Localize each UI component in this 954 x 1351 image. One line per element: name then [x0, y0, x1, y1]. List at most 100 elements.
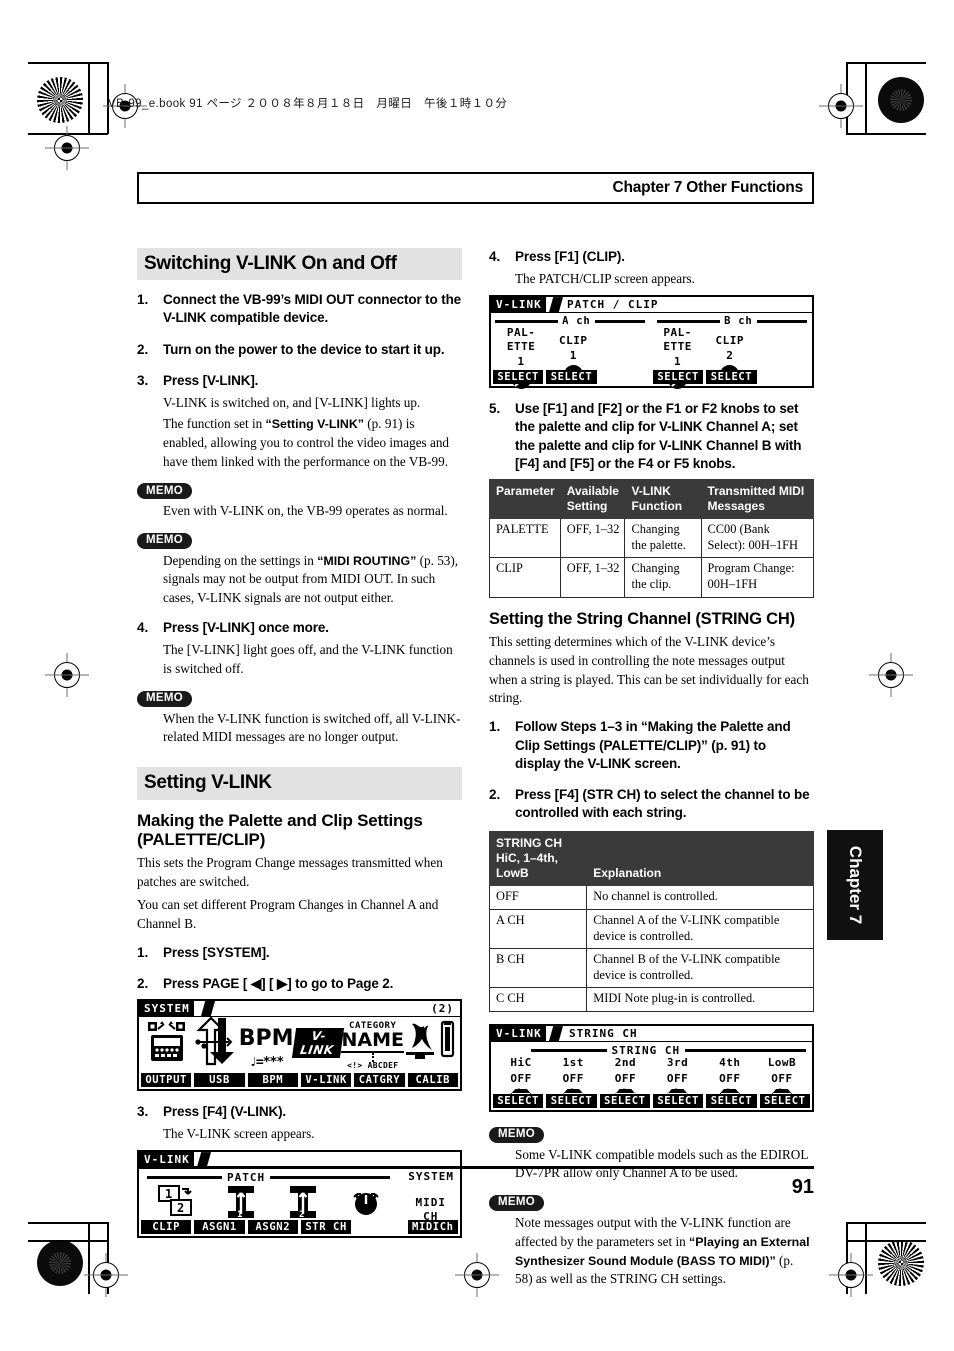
lcd-abcdef-label: <!> ABCDEF — [347, 1061, 399, 1070]
softkey-select-1st[interactable]: SELECT — [546, 1093, 597, 1109]
lcd-icon-category-name: CATEGORY NAME <!> ABCDEF — [341, 1022, 404, 1070]
step-text: Connect the VB-99’s MIDI OUT connector t… — [163, 292, 462, 326]
lcd-param-value: 1 — [517, 354, 525, 368]
crop-mark-tl-h — [28, 62, 108, 64]
cell-explanation: Channel B of the V-LINK compatible devic… — [586, 948, 814, 989]
softkey-select-2nd[interactable]: SELECT — [599, 1093, 650, 1109]
cell-setting: C CH — [488, 987, 588, 1013]
step-text: Press [F4] (V-LINK). — [163, 1104, 287, 1119]
lcd-icon-calibration — [404, 1020, 456, 1070]
softkey-select-4th[interactable]: SELECT — [706, 1093, 757, 1109]
lcd-system-label: SYSTEM — [408, 1170, 454, 1184]
table-row: CLIP OFF, 1–32 Changing the clip. Progra… — [489, 557, 814, 598]
crop-mark-br-v2 — [865, 1222, 867, 1294]
softkey-select-b-palette[interactable]: SELECT — [652, 369, 704, 385]
section-heading-switching-vlink: Switching V-LINK On and Off — [137, 248, 462, 281]
step-number: 4. — [137, 620, 149, 636]
lcd-icon-assign2: 2 — [272, 1184, 335, 1224]
softkey-select-hic[interactable]: SELECT — [493, 1093, 544, 1109]
step-number: 2. — [137, 341, 149, 357]
softkey-catgry[interactable]: CATGRY — [354, 1072, 405, 1087]
step-number: 2. — [137, 975, 149, 991]
assign2-icon: 2 — [290, 1186, 317, 1220]
chapter-thumb-tab: Chapter 7 — [827, 830, 883, 940]
crop-mark-tl-v2 — [88, 62, 90, 134]
lcd-breadcrumb-patch: PATCH — [567, 298, 606, 312]
lcd-string-label: 1st — [562, 1056, 584, 1070]
memo-2-right: MEMO Note messages output with the V-LIN… — [489, 1192, 814, 1289]
string-ch-knob-icon — [353, 1193, 379, 1216]
ref-setting-vlink: “Setting V-LINK” — [265, 417, 364, 432]
ref-midi-routing: “MIDI ROUTING” — [317, 553, 417, 568]
crop-mark-bl-h2 — [28, 1240, 108, 1242]
registration-target-bottom-right — [838, 1262, 864, 1288]
lcd-bpm-value: ♩=*** — [249, 1055, 284, 1070]
step-3-press-vlink: 3. Press [V-LINK]. — [137, 372, 462, 390]
softkey-bpm[interactable]: BPM — [247, 1072, 298, 1087]
step-3-body-1: V-LINK is switched on, and [V-LINK] ligh… — [163, 395, 421, 411]
memo-badge: MEMO — [137, 532, 192, 549]
softkey-vlink[interactable]: V-LINK — [300, 1072, 352, 1087]
registration-target-mid-right — [878, 662, 904, 688]
table-row: OFF No channel is controlled. — [488, 885, 814, 910]
lcd-midi-label: MIDI — [415, 1196, 446, 1210]
step-3-body-2a: The function set in — [163, 416, 266, 432]
crop-mark-bl-v2 — [88, 1222, 90, 1294]
lcd-title: V-LINK — [491, 1026, 546, 1043]
step-number: 3. — [137, 1104, 149, 1119]
crop-mark-br-h2 — [846, 1240, 926, 1242]
softkey-midich[interactable]: MIDICh — [407, 1219, 458, 1235]
step-2-press-f4-str-ch: 2. Press [F4] (STR CH) to select the cha… — [489, 786, 814, 822]
assign1-icon: 1 — [227, 1186, 254, 1220]
step-4-press-f1-clip: 4. Press [F1] (CLIP). — [489, 248, 814, 266]
memo-1-text: Even with V-LINK on, the VB-99 operates … — [163, 503, 448, 519]
lcd-breadcrumb: PATCH / CLIP — [567, 297, 659, 313]
step-5-set-palette-clip: 5. Use [F1] and [F2] or the F1 or F2 kno… — [489, 400, 814, 473]
memo-2-text: Note messages output with the V-LINK fun… — [515, 1214, 814, 1290]
th-string-ch: STRING CH HiC, 1–4th, LowB — [488, 831, 588, 887]
svg-text:1: 1 — [165, 1187, 172, 1201]
lcd-icon-output-routing — [143, 1020, 191, 1070]
page-canvas: VB-99_e.book 91 ページ ２００８年８月１８日 月曜日 午後１時１… — [0, 0, 954, 1351]
step-text: Use [F1] and [F2] or the F1 or F2 knobs … — [515, 401, 802, 471]
softkey-output[interactable]: OUTPUT — [141, 1072, 192, 1087]
step-text: Press [F4] (STR CH) to select the channe… — [515, 787, 810, 821]
cell-explanation: No channel is controlled. — [586, 885, 814, 910]
v-link-icon: V-LINK — [291, 1028, 344, 1058]
table-row: B CH Channel B of the V-LINK compatible … — [488, 948, 814, 989]
th-parameter: Parameter — [489, 478, 561, 520]
softkey-select-3rd[interactable]: SELECT — [652, 1093, 704, 1109]
lcd-softkey-row: CLIP ASGN1 ASGN2 STR CH MIDICh — [141, 1219, 458, 1235]
softkey-select-a-clip[interactable]: SELECT — [546, 369, 597, 385]
memo-badge: MEMO — [137, 483, 192, 500]
softkey-usb[interactable]: USB — [194, 1072, 245, 1087]
registration-target-top-right — [828, 93, 854, 119]
softkey-asgn2[interactable]: ASGN2 — [247, 1219, 298, 1235]
page-number: 91 — [791, 1176, 814, 1198]
lcd-icon-assign1: 1 — [210, 1184, 273, 1224]
memo-1-right: MEMO Some V-LINK compatible models such … — [489, 1124, 814, 1183]
softkey-select-a-palette[interactable]: SELECT — [493, 369, 544, 385]
svg-text:1: 1 — [237, 1210, 242, 1220]
lcd-string-ch: V-LINK STRING CH STRING CH HiC OFF 1st O… — [489, 1024, 814, 1113]
softkey-select-lowb[interactable]: SELECT — [759, 1093, 810, 1109]
softkey-asgn1[interactable]: ASGN1 — [194, 1219, 245, 1235]
cell-vlink-function: Changing the clip. — [624, 557, 702, 598]
softkey-str-ch[interactable]: STR CH — [300, 1219, 352, 1235]
step-4-body: The [V-LINK] light goes off, and the V-L… — [163, 642, 453, 677]
softkey-select-b-clip[interactable]: SELECT — [706, 369, 757, 385]
left-column: Switching V-LINK On and Off 1. Connect t… — [137, 248, 462, 1250]
cell-available-setting: OFF, 1–32 — [559, 557, 626, 598]
lcd-string-label: HiC — [510, 1056, 532, 1070]
lcd-icon-clip-layers: 1 2 — [147, 1185, 210, 1223]
softkey-clip[interactable]: CLIP — [141, 1219, 192, 1235]
svg-text:2: 2 — [177, 1201, 184, 1215]
usb-transfer-icon — [195, 1016, 234, 1066]
step-number: 2. — [489, 787, 501, 802]
softkey-calib[interactable]: CALIB — [407, 1072, 458, 1087]
registration-target-mid-left-2 — [54, 662, 80, 688]
step-1-press-system: 1. Press [SYSTEM]. — [137, 944, 462, 962]
memo-2-text: Depending on the settings in “MIDI ROUTI… — [163, 552, 462, 609]
lcd-page-indicator: (2) — [431, 1002, 454, 1015]
lcd-string-value: OFF — [562, 1071, 584, 1085]
